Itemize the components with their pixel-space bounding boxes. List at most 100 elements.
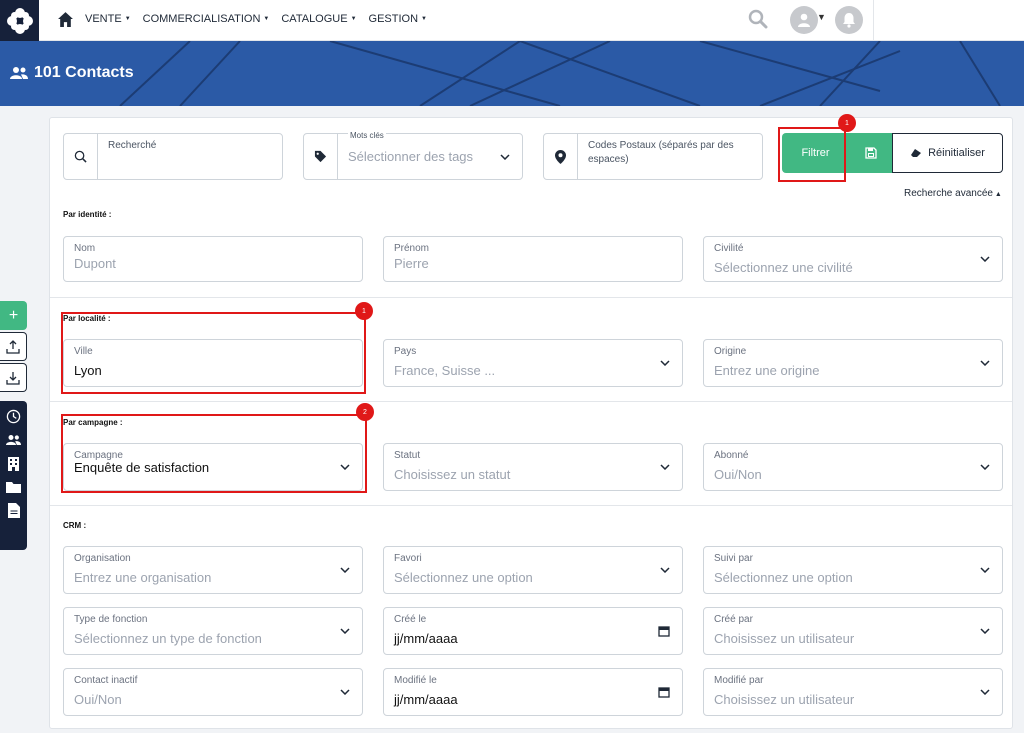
- field-value: Lyon: [74, 363, 102, 378]
- reset-label: Réinitialiser: [928, 147, 985, 159]
- download-button[interactable]: [0, 363, 27, 392]
- field-placeholder: Oui/Non: [74, 692, 122, 707]
- field-placeholder: Sélectionnez une option: [714, 570, 853, 585]
- search-field[interactable]: Recherché: [63, 133, 283, 180]
- field-label: Contact inactif: [74, 675, 138, 686]
- ville-field[interactable]: Ville Lyon: [63, 339, 363, 387]
- field-value: jj/mm/aaaa: [394, 631, 458, 646]
- campagne-select[interactable]: Campagne Enquête de satisfaction: [63, 443, 363, 491]
- chevron-down-icon[interactable]: ▼: [817, 12, 826, 22]
- menu-label: COMMERCIALISATION: [142, 13, 261, 25]
- save-filter-button[interactable]: [849, 133, 892, 173]
- page-title: 101 Contacts: [10, 64, 134, 82]
- field-placeholder: Oui/Non: [714, 467, 762, 482]
- suivi-par-select[interactable]: Suivi par Sélectionnez une option: [703, 546, 1003, 594]
- contacts-icon[interactable]: [6, 434, 21, 446]
- upload-button[interactable]: [0, 332, 27, 361]
- field-label: Organisation: [74, 553, 131, 564]
- cree-par-select[interactable]: Créé par Choisissez un utilisateur: [703, 607, 1003, 655]
- chevron-down-icon: [340, 464, 350, 470]
- modifie-le-date[interactable]: Modifié le jj/mm/aaaa: [383, 668, 683, 716]
- bell-icon: [843, 13, 855, 28]
- chevron-down-icon: [980, 567, 990, 573]
- organisation-select[interactable]: Organisation Entrez une organisation: [63, 546, 363, 594]
- chevron-down-icon: [340, 567, 350, 573]
- calendar-icon[interactable]: [658, 686, 670, 698]
- chevron-down-icon: [980, 256, 990, 262]
- home-icon[interactable]: [57, 11, 74, 28]
- advanced-search-toggle[interactable]: Recherche avancée ▲: [904, 188, 1002, 199]
- field-label: Type de fonction: [74, 614, 148, 625]
- section-identity-title: Par identité :: [63, 210, 112, 219]
- building-icon[interactable]: [7, 456, 20, 471]
- menu-gestion[interactable]: GESTION ▼: [369, 13, 427, 25]
- main-menu: VENTE ▼ COMMERCIALISATION ▼ CATALOGUE ▼ GES…: [85, 13, 427, 25]
- field-label: Origine: [714, 346, 747, 357]
- menu-label: CATALOGUE: [281, 13, 348, 25]
- users-icon: [10, 67, 28, 79]
- field-label: Prénom: [394, 243, 430, 254]
- caret-up-icon: ▲: [992, 191, 1002, 198]
- menu-catalogue[interactable]: CATALOGUE ▼: [281, 13, 356, 25]
- section-campaign-title: Par campagne :: [63, 418, 123, 427]
- field-placeholder: Pierre: [394, 256, 429, 271]
- document-icon[interactable]: [7, 503, 20, 518]
- abonne-select[interactable]: Abonné Oui/Non: [703, 443, 1003, 491]
- field-placeholder: Sélectionnez une civilité: [714, 260, 853, 275]
- tags-select[interactable]: Mots clés Sélectionner des tags: [303, 131, 523, 180]
- cree-le-date[interactable]: Créé le jj/mm/aaaa: [383, 607, 683, 655]
- section-locality-title: Par localité :: [63, 314, 111, 323]
- reset-button[interactable]: Réinitialiser: [892, 133, 1003, 173]
- history-icon[interactable]: [6, 409, 21, 424]
- chevron-down-icon: [660, 464, 670, 470]
- field-placeholder: France, Suisse ...: [394, 363, 496, 378]
- notifications-button[interactable]: [835, 6, 863, 34]
- type-fonction-select[interactable]: Type de fonction Sélectionnez un type de…: [63, 607, 363, 655]
- eraser-icon: [911, 149, 922, 157]
- field-placeholder: Choisissez un statut: [394, 467, 511, 482]
- civilite-select[interactable]: Civilité Sélectionnez une civilité: [703, 236, 1003, 282]
- tags-placeholder: Sélectionner des tags: [348, 149, 474, 164]
- save-icon: [864, 147, 877, 159]
- section-crm-title: CRM :: [63, 521, 87, 530]
- chevron-down-icon: [660, 567, 670, 573]
- annotation-number: 1: [845, 119, 849, 127]
- chevron-down-icon: [980, 464, 990, 470]
- advanced-search-label: Recherche avancée: [904, 188, 993, 199]
- top-navbar: VENTE ▼ COMMERCIALISATION ▼ CATALOGUE ▼ GES…: [0, 0, 1024, 41]
- tag-addon: [304, 134, 338, 179]
- nom-field[interactable]: Nom Dupont: [63, 236, 363, 282]
- annotation-badge: 2: [356, 403, 374, 421]
- chevron-down-icon: [980, 628, 990, 634]
- search-icon[interactable]: [748, 9, 768, 29]
- app-logo[interactable]: [0, 0, 39, 41]
- field-label: Ville: [74, 346, 93, 357]
- filter-label: Filtrer: [801, 147, 830, 159]
- menu-commercialisation[interactable]: COMMERCIALISATION ▼: [143, 13, 270, 25]
- postal-codes-field[interactable]: Codes Postaux (séparés par des espaces): [543, 133, 763, 180]
- field-value: Enquête de satisfaction: [74, 460, 210, 475]
- modifie-par-select[interactable]: Modifié par Choisissez un utilisateur: [703, 668, 1003, 716]
- menu-vente[interactable]: VENTE ▼: [85, 13, 131, 25]
- field-label: Créé par: [714, 614, 753, 625]
- tags-label: Mots clés: [348, 131, 386, 140]
- filter-button[interactable]: Filtrer: [782, 133, 849, 173]
- contact-inactif-select[interactable]: Contact inactif Oui/Non: [63, 668, 363, 716]
- field-label: Modifié par: [714, 675, 764, 686]
- favori-select[interactable]: Favori Sélectionnez une option: [383, 546, 683, 594]
- user-avatar[interactable]: [790, 6, 818, 34]
- prenom-field[interactable]: Prénom Pierre: [383, 236, 683, 282]
- field-label: Favori: [394, 553, 422, 564]
- add-button[interactable]: +: [0, 301, 27, 330]
- field-placeholder: Sélectionnez un type de fonction: [74, 631, 262, 646]
- calendar-icon[interactable]: [658, 625, 670, 637]
- chevron-down-icon: [340, 689, 350, 695]
- pays-select[interactable]: Pays France, Suisse ...: [383, 339, 683, 387]
- location-addon: [544, 134, 578, 179]
- field-label: Pays: [394, 346, 417, 357]
- origine-select[interactable]: Origine Entrez une origine: [703, 339, 1003, 387]
- field-label: Créé le: [394, 614, 427, 625]
- statut-select[interactable]: Statut Choisissez un statut: [383, 443, 683, 491]
- folder-icon[interactable]: [6, 481, 21, 493]
- menu-label: VENTE: [85, 13, 122, 25]
